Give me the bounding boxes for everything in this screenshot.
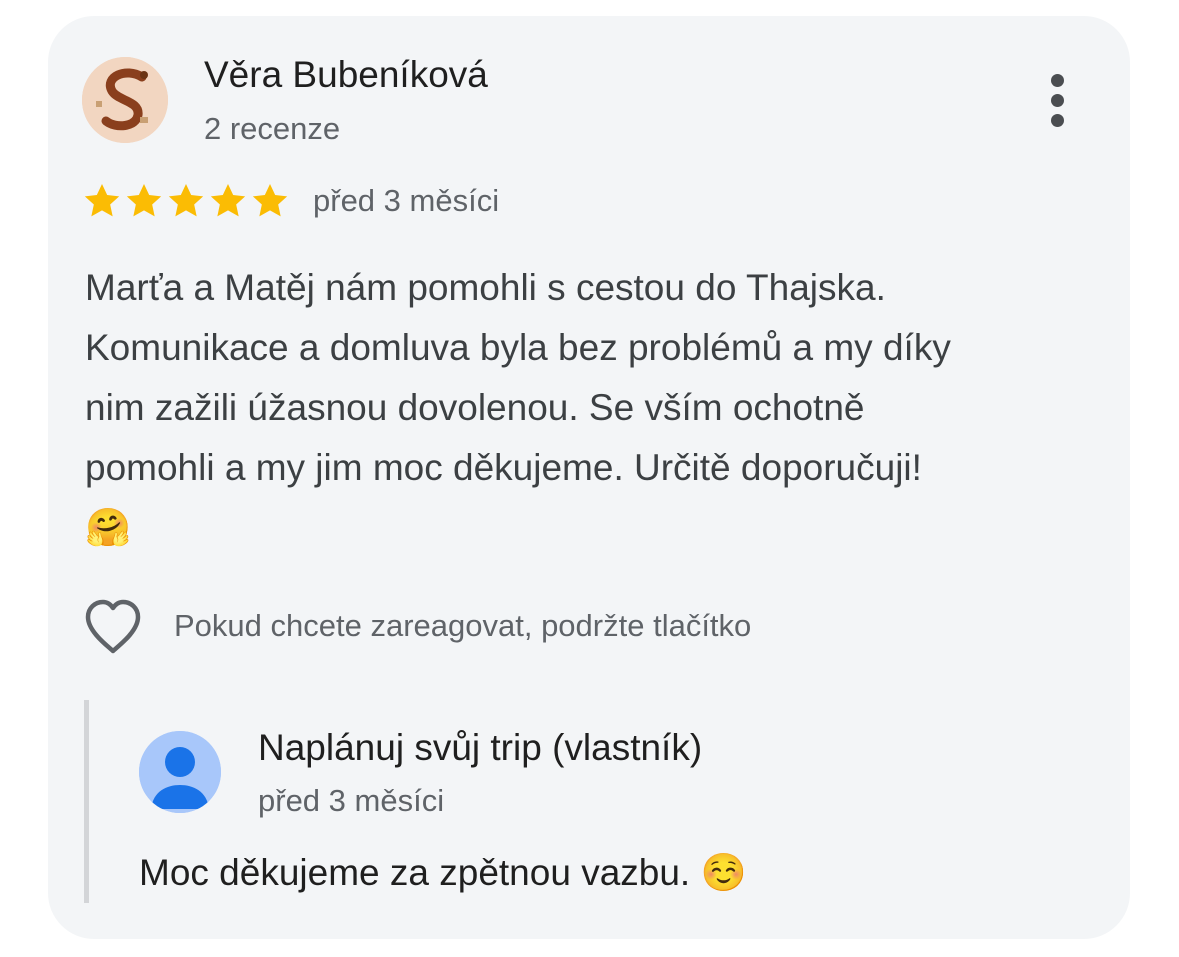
review-date: před 3 měsíci	[313, 183, 500, 218]
heart-outline-icon[interactable]	[82, 598, 144, 658]
reviewer-avatar[interactable]	[82, 57, 168, 143]
owner-avatar[interactable]	[139, 731, 221, 813]
star-icon	[82, 181, 122, 221]
more-vertical-icon[interactable]	[1038, 70, 1078, 130]
reviewer-name[interactable]: Věra Bubeníková	[204, 54, 488, 96]
owner-name: Naplánuj svůj trip (vlastník)	[258, 727, 703, 768]
reaction-hint: Pokud chcete zareagovat, podržte tlačítk…	[174, 608, 752, 643]
person-icon	[139, 731, 221, 813]
reply-divider	[84, 700, 89, 903]
reviewer-review-count: 2 recenze	[204, 111, 341, 146]
star-icon	[208, 181, 248, 221]
star-rating	[82, 181, 290, 221]
star-icon	[166, 181, 206, 221]
star-icon	[124, 181, 164, 221]
owner-reply-date: před 3 měsíci	[258, 783, 445, 818]
review-text: Marťa a Matěj nám pomohli s cestou do Th…	[85, 267, 951, 548]
owner-reply-text: Moc děkujeme za zpětnou vazbu. ☺️	[139, 852, 747, 893]
star-icon	[250, 181, 290, 221]
